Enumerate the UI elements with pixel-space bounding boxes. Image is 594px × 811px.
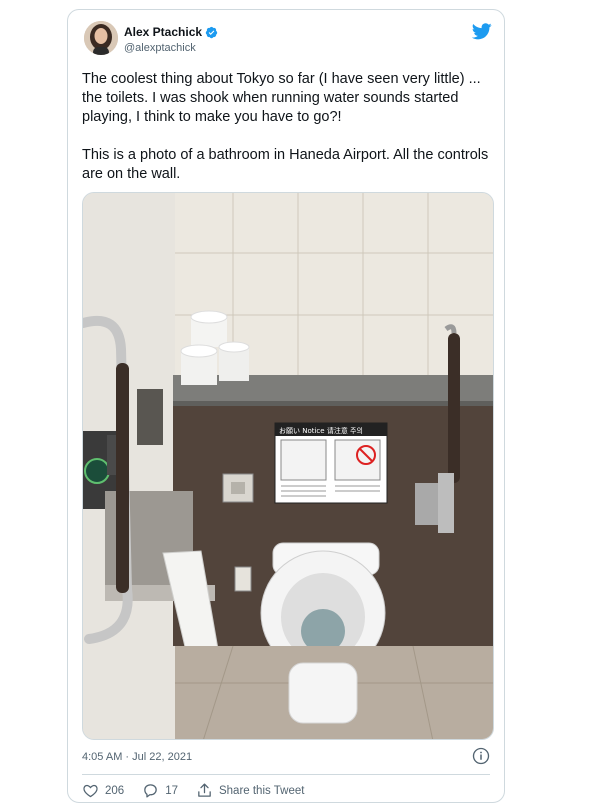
tweet-photo[interactable]: お願い Notice 请注意 주의	[82, 192, 494, 740]
action-bar: 206 17 Share this Tweet	[82, 782, 322, 799]
tweet-paragraph: The coolest thing about Tokyo so far (I …	[82, 71, 481, 125]
author-name[interactable]: Alex Ptachick	[124, 25, 202, 39]
timestamp[interactable]: 4:05 AM · Jul 22, 2021	[82, 751, 192, 763]
share-button[interactable]: Share this Tweet	[196, 782, 304, 799]
reply-button[interactable]: 17	[142, 782, 178, 799]
notice-header: お願い Notice 请注意 주의	[279, 426, 363, 435]
reply-bubble-icon	[144, 784, 157, 798]
heart-icon	[83, 784, 98, 798]
tweet-paragraph: This is a photo of a bathroom in Haneda …	[82, 147, 489, 182]
share-icon	[198, 783, 211, 797]
info-icon[interactable]	[472, 747, 490, 765]
author-handle[interactable]: @alexptachick	[124, 42, 196, 54]
tweet-card[interactable]: Alex Ptachick @alexptachick The coolest …	[67, 9, 505, 803]
avatar[interactable]	[84, 21, 118, 55]
share-label: Share this Tweet	[218, 784, 305, 797]
reply-count: 17	[165, 784, 178, 797]
verified-badge-icon	[205, 26, 218, 38]
tweet-text: The coolest thing about Tokyo so far (I …	[82, 70, 494, 184]
like-count: 206	[105, 784, 125, 797]
twitter-bird-icon[interactable]	[472, 23, 492, 40]
like-button[interactable]: 206	[82, 782, 124, 799]
divider	[82, 774, 490, 775]
